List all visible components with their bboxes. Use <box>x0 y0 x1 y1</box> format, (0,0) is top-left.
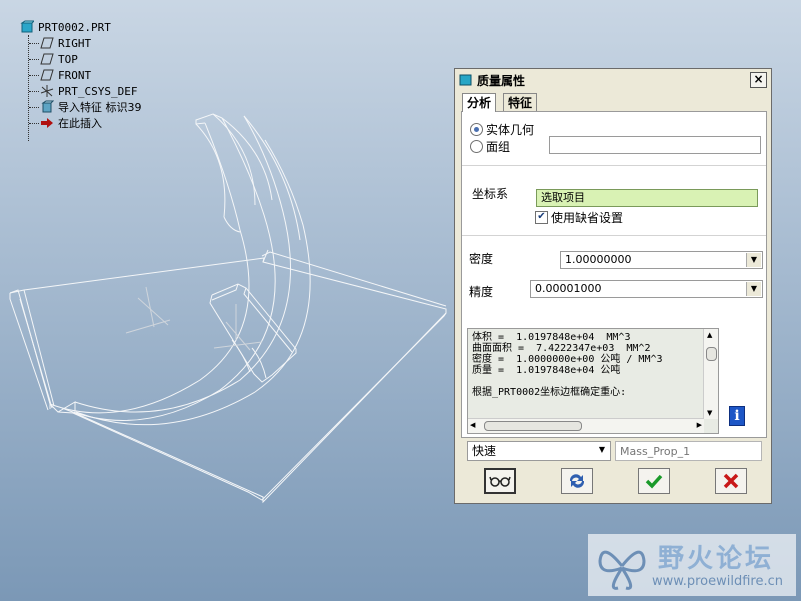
scroll-thumb[interactable] <box>484 421 582 431</box>
tree-item-label: 导入特征 标识39 <box>58 101 142 114</box>
datum-plane-icon <box>40 68 54 82</box>
use-default-checkbox[interactable]: ✔ <box>535 211 548 224</box>
quilt-label: 面组 <box>486 140 511 154</box>
tree-item-insert-here[interactable]: 在此插入 <box>40 115 102 131</box>
radio-solid-geometry[interactable] <box>470 123 483 136</box>
result-line: 质量 = 1.0197848e+04 公吨 <box>472 365 621 376</box>
tree-item-csys[interactable]: PRT_CSYS_DEF <box>40 83 137 99</box>
radio-quilt[interactable] <box>470 140 483 153</box>
results-textarea[interactable]: 体积 = 1.0197848e+04 MM^3 曲面面积 = 7.4222347… <box>467 328 719 434</box>
chevron-down-icon[interactable]: ▼ <box>746 253 761 267</box>
butterfly-logo-icon <box>598 550 646 590</box>
csys-selector[interactable]: 选取项目 <box>536 189 758 207</box>
use-default-label: 使用缺省设置 <box>551 211 624 225</box>
preview-button[interactable] <box>484 468 516 494</box>
solid-geometry-label: 实体几何 <box>486 123 535 137</box>
tree-item-top[interactable]: TOP <box>40 51 78 67</box>
result-line: 体积 = 1.0197848e+04 MM^3 <box>472 332 631 343</box>
repeat-button[interactable] <box>561 468 593 494</box>
tree-item-label: FRONT <box>58 68 92 82</box>
dialog-title: 质量属性 <box>477 73 526 88</box>
watermark-brand: 野火论坛 <box>658 544 775 574</box>
tree-root[interactable]: PRT0002.PRT <box>20 19 111 35</box>
scroll-right-icon[interactable]: ▶ <box>697 421 702 429</box>
dialog-title-bar[interactable]: 质量属性 × <box>457 71 769 89</box>
watermark-url: www.proewildfire.cn <box>652 574 783 589</box>
scroll-left-icon[interactable]: ◀ <box>470 421 475 429</box>
result-line: 曲面面积 = 7.4222347e+03 MM^2 <box>472 343 651 354</box>
scroll-thumb[interactable] <box>706 347 717 361</box>
density-input[interactable]: 1.00000000 ▼ <box>560 251 763 269</box>
cancel-button[interactable] <box>715 468 747 494</box>
datum-plane-icon <box>40 52 54 66</box>
vertical-scrollbar[interactable]: ▲ ▼ <box>703 329 718 419</box>
checkmark-ok-icon <box>645 474 663 489</box>
tree-item-import[interactable]: 导入特征 标识39 <box>40 99 142 115</box>
mode-select[interactable]: 快速 ▼ <box>467 441 611 461</box>
tree-item-label: 在此插入 <box>58 117 102 130</box>
precision-value: 0.00001000 <box>535 282 602 295</box>
tree-item-front[interactable]: FRONT <box>40 67 91 83</box>
tree-item-label: RIGHT <box>58 36 92 50</box>
horizontal-scrollbar[interactable]: ◀ ▶ <box>468 418 704 433</box>
import-feature-icon <box>40 100 55 114</box>
quilt-selector[interactable] <box>549 136 761 154</box>
density-label: 密度 <box>469 252 494 266</box>
part-icon <box>20 20 36 34</box>
close-button[interactable]: × <box>750 72 767 88</box>
result-line: 根据_PRT0002坐标边框确定重心: <box>472 387 627 398</box>
watermark: 野火论坛 www.proewildfire.cn <box>588 534 796 596</box>
insert-here-arrow-icon <box>40 116 54 130</box>
tab-analysis[interactable]: 分析 <box>462 93 497 112</box>
density-value: 1.00000000 <box>565 253 632 266</box>
divider <box>462 165 766 166</box>
scroll-down-icon[interactable]: ▼ <box>707 409 712 417</box>
tab-feature[interactable]: 特征 <box>503 93 538 112</box>
name-field[interactable] <box>615 441 762 461</box>
dialog-app-icon <box>459 73 473 87</box>
precision-input[interactable]: 0.00001000 ▼ <box>530 280 763 298</box>
ok-button[interactable] <box>638 468 670 494</box>
tree-item-right[interactable]: RIGHT <box>40 35 91 51</box>
divider <box>462 235 766 236</box>
chevron-down-icon[interactable]: ▼ <box>595 443 609 459</box>
tree-item-label: TOP <box>58 52 78 66</box>
csys-label: 坐标系 <box>472 187 509 201</box>
datum-plane-icon <box>40 36 54 50</box>
mass-properties-dialog: 质量属性 × 分析 特征 实体几何 面组 坐标系 选取项目 ✔ 使用缺省设置 密… <box>454 68 772 504</box>
tree-item-label: PRT_CSYS_DEF <box>58 84 138 98</box>
info-icon[interactable]: i <box>729 406 745 426</box>
csys-icon <box>40 84 54 98</box>
precision-label: 精度 <box>469 285 494 299</box>
repeat-refresh-icon <box>569 474 585 488</box>
analysis-panel: 实体几何 面组 坐标系 选取项目 ✔ 使用缺省设置 密度 1.00000000 … <box>461 111 767 438</box>
cross-cancel-icon <box>723 473 739 489</box>
glasses-preview-icon <box>489 476 511 487</box>
tree-root-label: PRT0002.PRT <box>38 20 111 34</box>
result-line: 密度 = 1.0000000e+00 公吨 / MM^3 <box>472 354 663 365</box>
mode-value: 快速 <box>472 444 497 458</box>
scroll-up-icon[interactable]: ▲ <box>707 331 712 339</box>
chevron-down-icon[interactable]: ▼ <box>746 282 761 296</box>
